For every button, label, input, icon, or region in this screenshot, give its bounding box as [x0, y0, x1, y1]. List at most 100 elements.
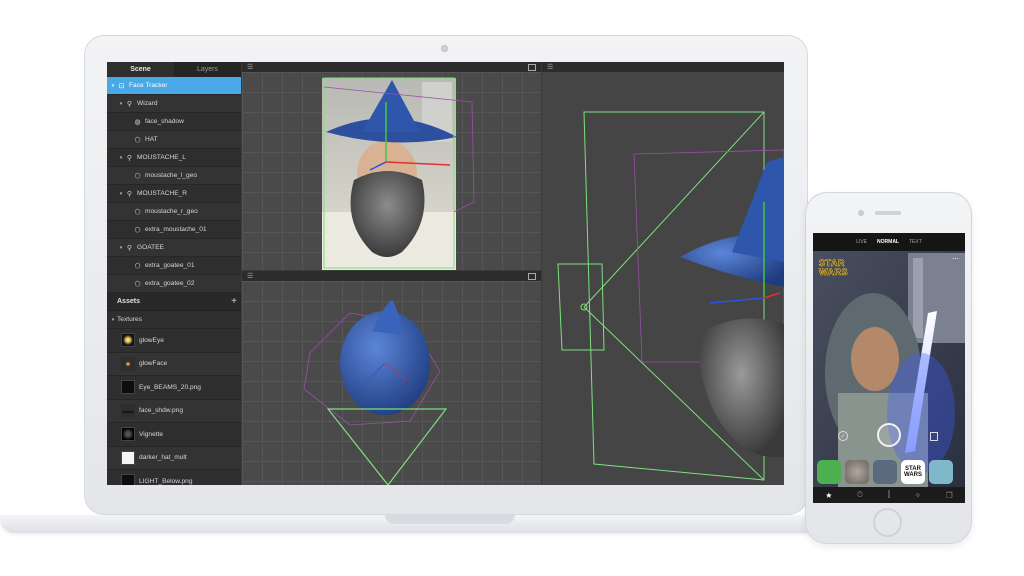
lens-star-wars[interactable]: STAR WARS [901, 460, 925, 484]
scene-item-label: GOATEE [137, 244, 164, 251]
star-icon[interactable]: ★ [825, 491, 832, 500]
scene-item[interactable]: ▾ ⊡ Face Tracker [107, 77, 241, 95]
cube-icon: ⬡ [134, 280, 141, 288]
star-wars-logo: STAR WARS [819, 258, 848, 277]
scene-item-label: MOUSTACHE_L [137, 154, 186, 161]
scene-item-label: extra_moustache_01 [145, 226, 207, 233]
texture-label: LIGHT_Below.png [139, 477, 193, 485]
lens-grey[interactable] [845, 460, 869, 484]
mesh-icon: ◍ [134, 118, 141, 126]
null-object-icon: ⚲ [126, 190, 133, 198]
scene-item-label: Wizard [137, 100, 158, 107]
texture-label: Vignette [139, 430, 164, 438]
scene-item[interactable]: ▾ ⚲ MOUSTACHE_L [107, 149, 241, 167]
texture-item[interactable]: darker_hat_mult [107, 446, 241, 470]
texture-label: Eye_BEAMS_20.png [139, 383, 201, 391]
scene-item[interactable]: ⬡ moustache_l_geo [107, 167, 241, 185]
scene-item-label: MOUSTACHE_R [137, 190, 188, 197]
lens-alien[interactable] [873, 460, 897, 484]
scene-item-label: Face Tracker [129, 82, 168, 89]
null-object-icon: ⚲ [126, 100, 133, 108]
chevron-down-icon[interactable]: ▾ [117, 101, 125, 107]
chevron-down-icon[interactable]: ▾ [117, 245, 125, 251]
scene-item[interactable]: ⬡ extra_moustache_01 [107, 221, 241, 239]
gallery-icon[interactable]: ❐ [946, 491, 953, 500]
texture-thumbnail [121, 380, 135, 395]
texture-list: glowEye glowFace Eye_BEAMS_20.png face_shdw… [107, 329, 241, 485]
scene-item[interactable]: ◍ face_shadow [107, 113, 241, 131]
copy-icon[interactable] [930, 432, 938, 441]
chevron-down-icon: ▾ [111, 316, 115, 323]
texture-item[interactable]: Eye_BEAMS_20.png [107, 376, 241, 400]
editor-screen: Scene Layers ▾ ⊡ Face Tracker ▾ ⚲ Wizard ◍ face… [107, 62, 784, 485]
laptop-camera [441, 45, 448, 52]
texture-item[interactable]: glowFace [107, 352, 241, 376]
mode-live[interactable]: LIVE [856, 239, 867, 245]
null-object-icon: ⚲ [126, 244, 133, 252]
lens-carousel: STAR WARS [817, 460, 965, 486]
timer-icon[interactable]: ⏱ [857, 490, 863, 500]
camera-mode-bar: LIVE NORMAL TEXT [813, 233, 965, 251]
texture-thumbnail [121, 356, 135, 371]
viewport-model[interactable]: ☰ [242, 271, 541, 485]
cube-icon: ⬡ [134, 208, 141, 216]
effects-icon[interactable]: ⫿ [887, 490, 890, 500]
tab-layers[interactable]: Layers [174, 62, 241, 77]
texture-label: glowFace [139, 360, 168, 368]
texture-label: glowEye [139, 336, 164, 344]
check-icon[interactable]: ✓ [838, 431, 848, 441]
viewport-camera[interactable]: ☰ [242, 62, 541, 270]
scene-item[interactable]: ⬡ HAT [107, 131, 241, 149]
cube-icon: ⬡ [134, 136, 141, 144]
texture-thumbnail [121, 474, 135, 485]
chevron-down-icon[interactable]: ▾ [117, 155, 125, 161]
shutter-button[interactable] [877, 423, 901, 447]
more-options-icon[interactable]: ⋯ [952, 255, 959, 263]
mode-normal[interactable]: NORMAL [877, 239, 899, 245]
lens-ghost[interactable] [929, 460, 953, 484]
scene-item[interactable]: ⬡ extra_goatee_01 [107, 257, 241, 275]
texture-item[interactable]: LIGHT_Below.png [107, 470, 241, 485]
scene-item[interactable]: ⬡ extra_goatee_02 [107, 275, 241, 293]
bottom-nav: ★ ⏱ ⫿ ✧ ❐ [813, 487, 965, 503]
scene-item[interactable]: ▾ ⚲ GOATEE [107, 239, 241, 257]
cube-icon: ⬡ [134, 172, 141, 180]
scene-item-label: HAT [145, 136, 158, 143]
texture-thumbnail [121, 333, 135, 348]
hat-model-preview [303, 300, 448, 485]
textures-folder[interactable]: ▾ Textures [107, 311, 241, 329]
phone-camera [858, 210, 864, 216]
texture-thumbnail [121, 427, 135, 442]
magic-icon[interactable]: ✧ [914, 491, 921, 500]
scene-item[interactable]: ▾ ⚲ Wizard [107, 95, 241, 113]
texture-item[interactable]: face_shdw.png [107, 399, 241, 423]
cube-icon: ⬡ [134, 262, 141, 270]
texture-item[interactable]: glowEye [107, 329, 241, 353]
laptop-notch [385, 515, 515, 524]
texture-item[interactable]: Vignette [107, 423, 241, 447]
scene-item[interactable]: ▾ ⚲ MOUSTACHE_R [107, 185, 241, 203]
cube-icon: ⬡ [134, 226, 141, 234]
scene-item-label: moustache_l_geo [145, 172, 198, 179]
lens-green[interactable] [817, 460, 841, 484]
home-button[interactable] [873, 508, 902, 537]
chevron-down-icon[interactable]: ▾ [117, 191, 125, 197]
scene-panel: Scene Layers ▾ ⊡ Face Tracker ▾ ⚲ Wizard ◍ face… [107, 62, 241, 485]
lens-sw-line-2: WARS [904, 472, 922, 478]
assets-header: Assets + [107, 293, 241, 311]
chevron-down-icon[interactable]: ▾ [109, 83, 117, 89]
scene-tree: ▾ ⊡ Face Tracker ▾ ⚲ Wizard ◍ face_shadow ⬡ HAT ▾ ⚲… [107, 77, 241, 293]
assets-title: Assets [117, 298, 140, 305]
tab-scene[interactable]: Scene [107, 62, 174, 77]
panel-tabs: Scene Layers [107, 62, 241, 77]
mode-text[interactable]: TEXT [909, 239, 922, 245]
textures-folder-label: Textures [117, 316, 142, 323]
scene-item-label: extra_goatee_02 [145, 280, 195, 287]
texture-thumbnail [121, 403, 135, 418]
null-object-icon: ⚲ [126, 154, 133, 162]
viewport-perspective[interactable]: ☰ [542, 62, 784, 485]
scene-item[interactable]: ⬡ moustache_r_geo [107, 203, 241, 221]
add-asset-button[interactable]: + [231, 296, 237, 307]
texture-label: darker_hat_mult [139, 454, 187, 462]
texture-label: face_shdw.png [139, 407, 183, 415]
